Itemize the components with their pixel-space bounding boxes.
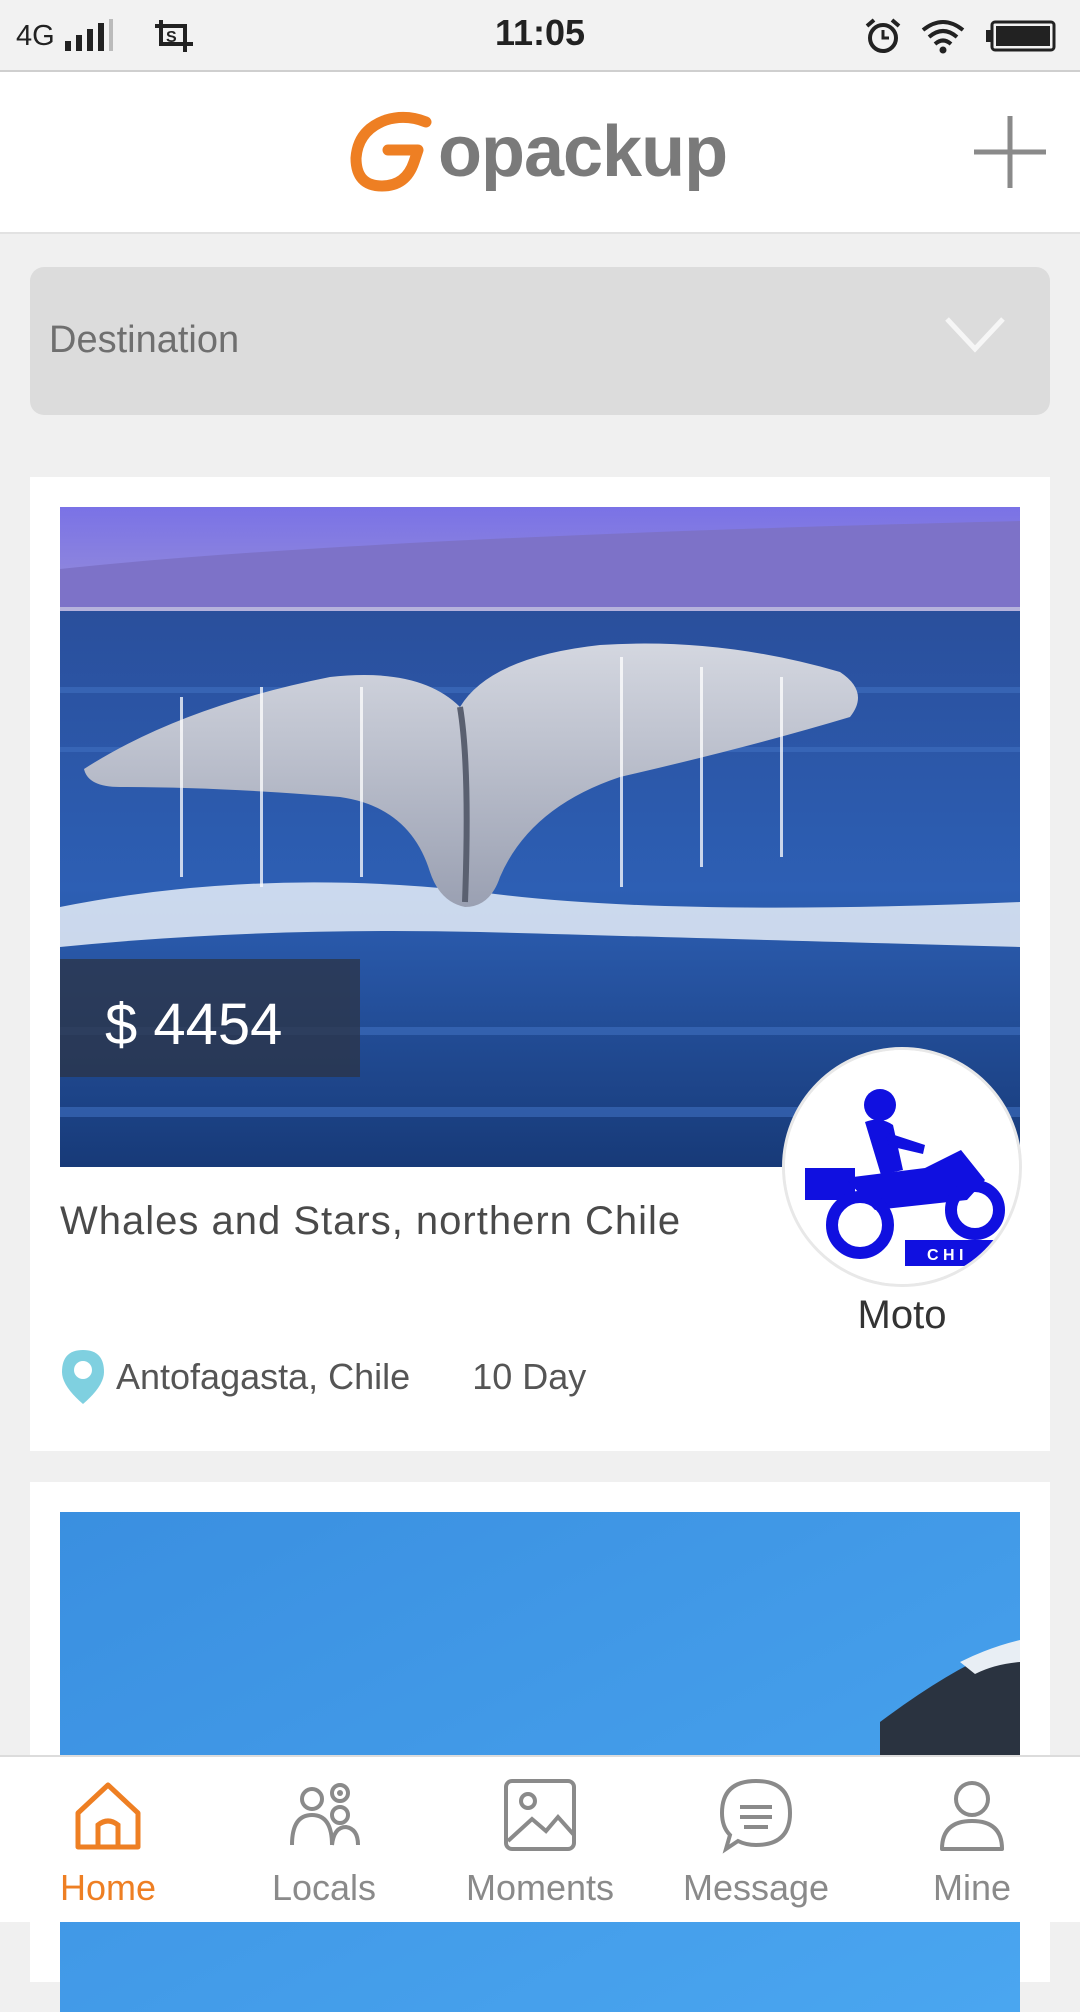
wifi-icon xyxy=(921,20,965,54)
status-right xyxy=(864,14,1058,58)
battery-icon xyxy=(986,20,1056,52)
svg-text:C H I: C H I xyxy=(927,1247,963,1264)
nav-mine[interactable]: Mine xyxy=(864,1757,1080,1922)
trip-location: Antofagasta, Chile xyxy=(116,1356,411,1397)
nav-locals[interactable]: Locals xyxy=(216,1757,432,1922)
status-bar: 4G S 11:05 xyxy=(0,0,1080,72)
location-pin-icon xyxy=(62,1350,104,1404)
chat-icon xyxy=(719,1778,793,1854)
trip-duration: 10 Day xyxy=(472,1356,587,1397)
trip-card[interactable]: $ 4454 C H I Moto Whales and Stars, nort… xyxy=(30,477,1050,1451)
nav-message[interactable]: Message xyxy=(648,1757,864,1922)
trip-price: $ 4454 xyxy=(105,992,283,1057)
chevron-down-icon xyxy=(945,317,1005,353)
guide-name: Moto xyxy=(857,1293,947,1337)
alarm-icon xyxy=(865,18,901,53)
brand-logo: opackup xyxy=(348,102,728,202)
bottom-nav: Home Locals Moments Message Mine xyxy=(0,1755,1080,1922)
people-icon xyxy=(290,1783,360,1846)
trip-title[interactable]: Whales and Stars, northern Chile xyxy=(60,1199,681,1244)
nav-home[interactable]: Home xyxy=(0,1757,216,1922)
nav-label: Locals xyxy=(271,1867,377,1908)
price-badge: $ 4454 xyxy=(60,959,360,1077)
nav-label: Message xyxy=(682,1867,830,1908)
nav-label: Moments xyxy=(465,1867,615,1908)
trip-meta: Antofagasta, Chile 10 Day xyxy=(60,1347,586,1407)
home-icon xyxy=(75,1782,141,1850)
add-button[interactable] xyxy=(970,112,1050,192)
nav-label: Home xyxy=(59,1867,157,1908)
logo-g-icon xyxy=(350,111,432,192)
nav-moments[interactable]: Moments xyxy=(432,1757,648,1922)
guide-avatar[interactable]: C H I xyxy=(782,1047,1022,1287)
user-icon xyxy=(940,1781,1004,1851)
brand-name: opackup xyxy=(438,112,728,192)
motorcycle-rider-icon: C H I xyxy=(785,1050,1019,1284)
plus-icon xyxy=(974,116,1046,188)
destination-select[interactable]: Destination xyxy=(30,267,1050,415)
app-header: opackup xyxy=(0,72,1080,234)
destination-placeholder: Destination xyxy=(49,319,240,361)
image-icon xyxy=(504,1779,576,1851)
nav-label: Mine xyxy=(932,1867,1012,1908)
